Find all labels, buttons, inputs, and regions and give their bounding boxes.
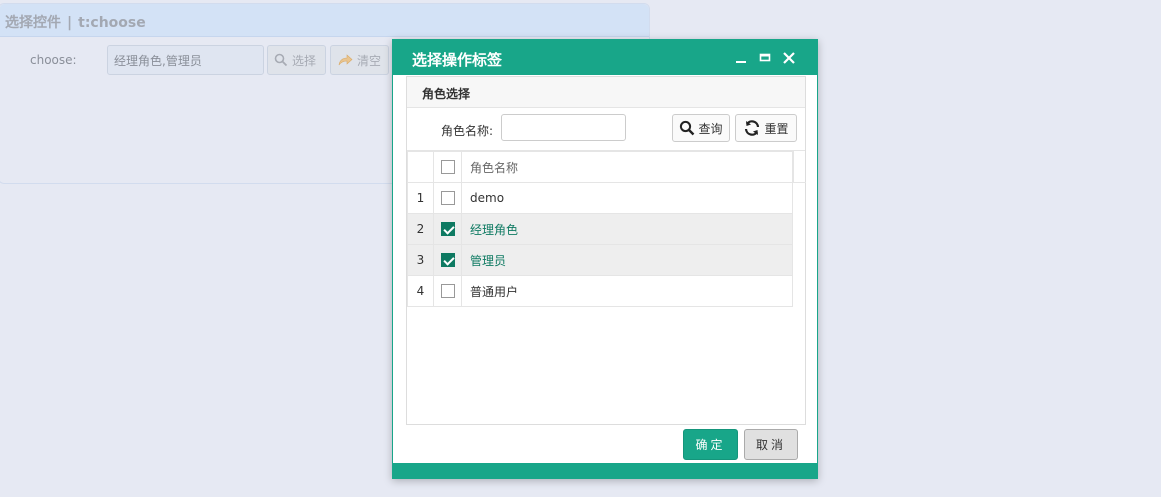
share-arrow-icon	[338, 54, 353, 66]
clear-button[interactable]: 清空	[330, 45, 389, 75]
row-number: 2	[407, 213, 434, 245]
section-title: 角色选择	[407, 77, 805, 108]
choose-label: choose:	[30, 53, 77, 67]
background-panel-header: 选择控件 | t:choose	[0, 4, 649, 37]
query-button[interactable]: 查询	[672, 114, 730, 142]
row-number: 1	[407, 182, 434, 214]
role-name-cell: 普通用户	[461, 275, 793, 307]
row-number: 3	[407, 244, 434, 276]
dialog-tools	[733, 50, 797, 66]
maximize-icon[interactable]	[757, 50, 773, 66]
choose-input[interactable]: 经理角色,管理员	[107, 45, 264, 75]
select-all-checkbox[interactable]	[440, 160, 455, 175]
row-checkbox[interactable]	[440, 284, 455, 299]
role-name-cell: 经理角色	[461, 213, 793, 245]
row-checkbox[interactable]	[440, 222, 455, 237]
role-name-cell: demo	[461, 182, 793, 214]
table-header-row: 角色名称	[407, 151, 793, 183]
dialog-body: 角色选择 角色名称: 查询 重置 角色名称 1 demo 2 经理角色 3 管理…	[406, 76, 806, 425]
cancel-button[interactable]: 取消	[744, 429, 798, 460]
refresh-icon	[745, 120, 760, 136]
row-checkbox-cell	[433, 182, 462, 214]
select-button-label: 选择	[292, 53, 317, 68]
background-panel-subtitle: t:choose	[78, 15, 146, 31]
search-row: 角色名称: 查询 重置	[407, 108, 805, 151]
role-name-cell: 管理员	[461, 244, 793, 276]
row-checkbox[interactable]	[440, 191, 455, 206]
dialog-title: 选择操作标签	[412, 51, 503, 69]
minimize-icon[interactable]	[733, 50, 749, 66]
table-row[interactable]: 1 demo	[407, 182, 793, 214]
reset-button[interactable]: 重置	[735, 114, 797, 142]
close-icon[interactable]	[781, 50, 797, 66]
ok-button[interactable]: 确定	[683, 429, 738, 460]
row-checkbox-cell	[433, 275, 462, 307]
select-all-cell	[433, 151, 462, 183]
background-panel-separator: |	[67, 15, 73, 31]
role-name-input[interactable]	[501, 114, 626, 141]
select-button[interactable]: 选择	[267, 45, 326, 75]
table-scrollbar-header	[793, 151, 806, 183]
table-row[interactable]: 2 经理角色	[407, 213, 793, 245]
row-number: 4	[407, 275, 434, 307]
row-checkbox-cell	[433, 244, 462, 276]
background-panel-title: 选择控件	[5, 15, 61, 31]
table-row[interactable]: 4 普通用户	[407, 275, 793, 307]
dialog-header: 选择操作标签	[393, 40, 817, 75]
search-icon	[680, 120, 695, 136]
role-table: 角色名称 1 demo 2 经理角色 3 管理员 4 普通用户	[407, 151, 793, 307]
search-icon	[274, 53, 288, 67]
role-name-label: 角色名称:	[441, 124, 494, 138]
table-row[interactable]: 3 管理员	[407, 244, 793, 276]
row-checkbox-cell	[433, 213, 462, 245]
select-tag-dialog: 选择操作标签 角色选择 角色名称: 查询 重置 角色名称 1 demo 2 经理…	[392, 39, 818, 479]
dialog-footer-bar	[393, 463, 817, 478]
row-number-header	[407, 151, 434, 183]
reset-button-label: 重置	[764, 121, 789, 136]
query-button-label: 查询	[698, 121, 723, 136]
role-name-header: 角色名称	[461, 151, 793, 183]
row-checkbox[interactable]	[440, 253, 455, 268]
clear-button-label: 清空	[357, 53, 382, 68]
